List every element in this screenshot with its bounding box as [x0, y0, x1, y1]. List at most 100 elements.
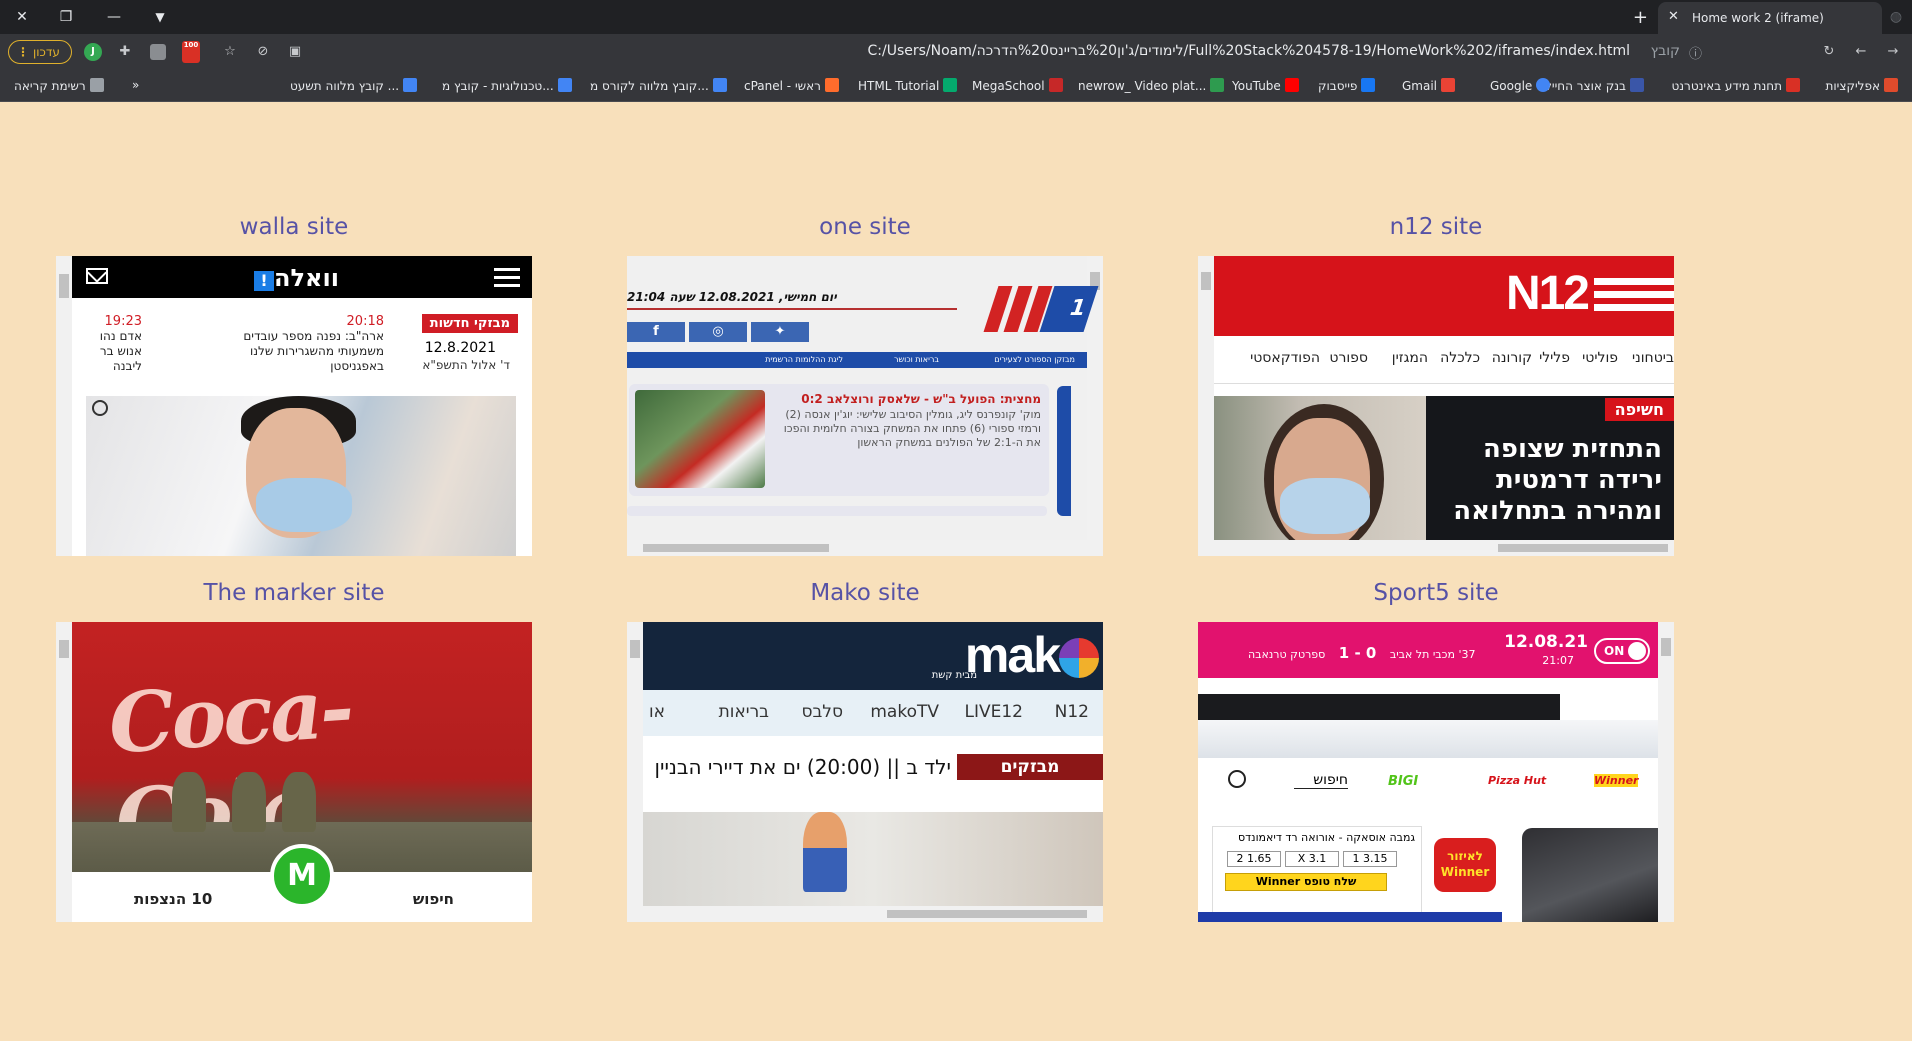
bookmark-item[interactable]: בנק אוצר החייל — [1545, 78, 1644, 93]
horizontal-scrollbar[interactable] — [627, 540, 1087, 556]
reading-list-button[interactable]: רשימת קריאה — [14, 78, 104, 93]
adblock-icon[interactable]: 100 — [182, 41, 200, 63]
iframe-marker[interactable]: Coca-Cola M 10 הנצפות חיפוש — [56, 622, 532, 922]
walla-logo[interactable]: וואלה! — [252, 264, 339, 292]
article-card[interactable] — [627, 506, 1047, 516]
nav-item[interactable]: פלילי — [1539, 350, 1570, 366]
winner-banner[interactable]: לאיזור Winner — [1434, 838, 1496, 892]
extensions-puzzle-icon[interactable]: ✚ — [116, 43, 134, 61]
tab-search-icon[interactable]: ▼ — [150, 7, 170, 27]
eye-off-icon[interactable]: ⊘ — [254, 43, 272, 61]
bigi-logo[interactable]: BIGI — [1388, 774, 1418, 789]
nav-item[interactable]: פוליטי — [1582, 350, 1618, 366]
article-card[interactable]: מחצית: הפועל ב"ש - שלאסק ורוצלאב 0:2 מוק… — [629, 384, 1049, 496]
forward-icon[interactable]: → — [1884, 43, 1902, 61]
marker-logo[interactable]: M — [270, 844, 334, 908]
bookmark-item[interactable]: cPanel - ראשי — [744, 78, 839, 93]
marker-main-photo[interactable]: Coca-Cola — [72, 622, 532, 892]
profile-avatar[interactable]: J — [84, 43, 102, 61]
nav-item[interactable]: סלבס — [801, 702, 843, 722]
horizontal-scrollbar[interactable] — [643, 906, 1103, 922]
play-icon[interactable] — [92, 400, 108, 416]
search-link[interactable]: חיפוש — [413, 890, 454, 908]
nav-item[interactable]: ליגת ההלומות הרשמית — [765, 355, 843, 364]
mail-icon[interactable] — [86, 268, 108, 284]
bookmark-item[interactable]: HTML Tutorial — [858, 78, 958, 93]
nav-item[interactable]: makoTV — [870, 702, 939, 722]
nav-item[interactable]: המגזין — [1392, 350, 1428, 366]
nav-item[interactable]: LIVE12 — [965, 702, 1024, 722]
info-icon[interactable]: ⓘ — [1689, 43, 1702, 62]
bookmark-item[interactable]: קובץ מלווה תשעט ... — [290, 78, 418, 93]
live-score-bar[interactable]: ON 12.08.21 21:07 37' מכבי תל אביב 0 - 1… — [1198, 622, 1658, 678]
odd-button[interactable]: 2 1.65 — [1227, 851, 1281, 867]
pizzahut-logo[interactable]: Pizza Hut — [1488, 774, 1546, 787]
close-window-icon[interactable]: ✕ — [12, 7, 32, 27]
iframe-sport5[interactable]: ON 12.08.21 21:07 37' מכבי תל אביב 0 - 1… — [1198, 622, 1674, 922]
walla-main-photo[interactable] — [86, 396, 516, 556]
reload-icon[interactable]: ↻ — [1820, 43, 1838, 61]
send-form-button[interactable]: שלח טופס Winner — [1225, 873, 1387, 891]
update-button[interactable]: ⋮ עדכון — [8, 40, 72, 64]
bookmark-item[interactable]: פייסבוק — [1318, 78, 1376, 93]
bookmark-star-icon[interactable]: ☆ — [221, 43, 239, 61]
mako-main-photo[interactable] — [643, 812, 1103, 906]
bookmark-item[interactable]: קובץ מלווה לקורס מ... — [590, 78, 727, 93]
bookmark-apps[interactable]: אפליקציות — [1826, 78, 1898, 93]
news-flash-badge[interactable]: מבזקי חדשות — [421, 314, 518, 333]
restore-window-icon[interactable]: ❐ — [56, 7, 76, 27]
n12-main-photo[interactable] — [1214, 396, 1426, 556]
n12-logo[interactable]: N12 — [1506, 266, 1590, 321]
close-tab-icon[interactable]: ✕ — [1668, 9, 1679, 24]
banner-light[interactable] — [1198, 720, 1658, 758]
facebook-icon[interactable]: f — [627, 322, 685, 342]
news-item[interactable]: 20:18 ארה"ב: נפנה מספר עובדים משמעותי מה… — [224, 314, 384, 374]
vertical-scrollbar[interactable] — [1198, 256, 1214, 556]
back-icon[interactable]: ← — [1852, 43, 1870, 61]
search-icon[interactable] — [1228, 770, 1246, 788]
banner-dark[interactable] — [1198, 694, 1560, 720]
mako-logo[interactable]: mak — [965, 626, 1099, 684]
bookmark-item[interactable]: Google — [1490, 78, 1551, 93]
screen-cast-icon[interactable]: ▣ — [286, 43, 304, 61]
nav-item[interactable]: או — [649, 702, 665, 722]
iframe-mako[interactable]: mak מבית קשת N12 LIVE12 makoTV סלבס בריא… — [627, 622, 1103, 922]
more-bookmarks-icon[interactable]: » — [132, 78, 139, 92]
nav-item[interactable]: כלכלה — [1440, 350, 1480, 366]
nav-item[interactable]: בריאות — [719, 702, 769, 722]
new-tab-button[interactable]: + — [1633, 7, 1648, 28]
address-bar[interactable]: C:/Users/Noam/לימודים/ג'ון%20בריינס%20הד… — [310, 37, 1800, 67]
live-toggle[interactable]: ON — [1594, 638, 1650, 664]
iframe-n12[interactable]: N12 ביטחוני פוליטי פלילי קורונה כלכלה המ… — [1198, 256, 1674, 556]
minimize-window-icon[interactable]: — — [104, 7, 124, 27]
bookmark-item[interactable]: MegaSchool — [972, 78, 1063, 93]
sport5-photo[interactable] — [1522, 828, 1658, 922]
one-logo[interactable]: 1 — [983, 286, 1099, 332]
news-item[interactable]: 19:23 אדם נהו אנוש בר ליבנה — [76, 314, 142, 374]
twitter-icon[interactable]: ✦ — [751, 322, 809, 342]
most-viewed-link[interactable]: 10 הנצפות — [134, 890, 212, 908]
browser-tab[interactable]: ✕ Home work 2 (iframe) — [1658, 2, 1882, 34]
betting-card[interactable]: גמבה אוסאקה - אורואה רד דיאמונדס 2 1.65 … — [1212, 826, 1422, 916]
horizontal-scrollbar[interactable] — [1214, 540, 1674, 556]
bookmark-item[interactable]: טכנולוגיות - קובץ מ... — [442, 78, 572, 93]
bookmark-item[interactable]: YouTube — [1232, 78, 1299, 93]
bookmark-item[interactable]: newrow_ Video plat... — [1078, 78, 1225, 93]
nav-item[interactable]: ביטחוני — [1632, 350, 1674, 366]
news-ticker[interactable]: מבזקים ילד ב || (20:00) ים את דיירי הבני… — [643, 754, 1103, 780]
instagram-icon[interactable]: ◎ — [689, 322, 747, 342]
odd-button[interactable]: 1 3.15 — [1343, 851, 1397, 867]
vertical-scrollbar[interactable] — [56, 256, 72, 556]
nav-item[interactable]: קורונה — [1492, 350, 1532, 366]
bookmark-item[interactable]: תחנת מידע באינטרנט — [1671, 78, 1800, 93]
iframe-walla[interactable]: וואלה! מבזקי חדשות 12.8.2021 ד' אלול התש… — [56, 256, 532, 556]
n12-headline[interactable]: התחזית שצופה ירידה דרמטית ומהירה בתחלואה — [1432, 434, 1662, 527]
nav-item[interactable]: N12 — [1055, 702, 1089, 722]
nav-item[interactable]: ספורט — [1329, 350, 1368, 366]
vertical-scrollbar[interactable] — [56, 622, 72, 922]
nav-item[interactable]: מבזקן הספורט לצעירים — [994, 355, 1075, 364]
side-banner[interactable] — [1057, 386, 1071, 516]
winner-logo[interactable]: Winner — [1594, 774, 1639, 787]
nav-item[interactable]: הפודקאסטי — [1250, 350, 1320, 366]
nav-item[interactable]: בריאות וכושר — [894, 355, 939, 364]
